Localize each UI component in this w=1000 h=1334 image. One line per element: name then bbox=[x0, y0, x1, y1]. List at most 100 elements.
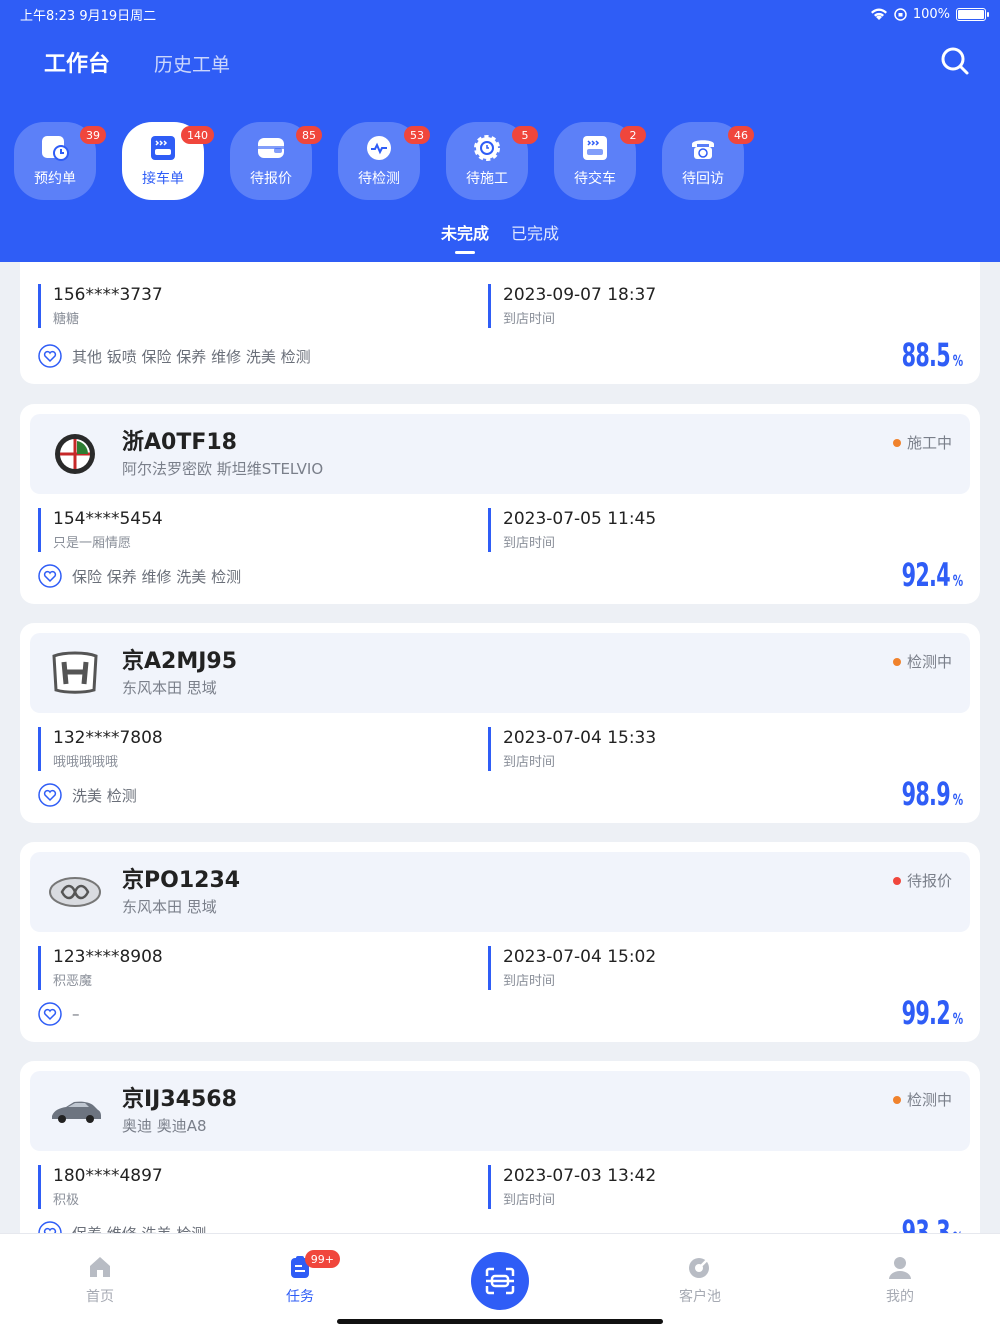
tab-tasks[interactable]: 任务 99+ bbox=[260, 1250, 340, 1306]
customer-name: 哦哦哦哦哦 bbox=[53, 755, 119, 770]
vehicle-header: 浙A0TF18 阿尔法罗密欧 斯坦维STELVIO 施工中 bbox=[30, 414, 970, 494]
battery-percent: 100% bbox=[912, 6, 950, 22]
heart-icon bbox=[38, 1002, 62, 1026]
task-count-badge: 99+ bbox=[304, 1250, 340, 1268]
order-card[interactable]: 京A2MJ95 东风本田 思域 检测中 132****7808 哦哦哦哦哦 20… bbox=[20, 623, 980, 823]
category-construction[interactable]: 待施工 5 bbox=[446, 122, 538, 200]
count-badge: 85 bbox=[296, 126, 322, 144]
arrival-time: 2023-09-07 18:37 bbox=[503, 285, 657, 305]
order-list: 156****3737 糖糖 2023-09-07 18:37 到店时间 其他 … bbox=[0, 262, 1000, 1233]
alfa-romeo-logo bbox=[55, 434, 95, 474]
arrival-info: 2023-07-03 13:42 到店时间 bbox=[488, 1165, 888, 1209]
license-plate: 京PO1234 bbox=[122, 868, 241, 893]
category-quote[interactable]: 待报价 85 bbox=[230, 122, 322, 200]
arrival-time-label: 到店时间 bbox=[503, 755, 556, 770]
service-tags: 洗美 检测 bbox=[38, 783, 137, 807]
customer-info: 154****5454 只是一厢情愿 bbox=[38, 508, 438, 552]
vehicle-header: 京IJ34568 奥迪 奥迪A8 检测中 bbox=[30, 1071, 970, 1151]
category-delivery[interactable]: 待交车 2 bbox=[554, 122, 646, 200]
arrival-info: 2023-07-05 11:45 到店时间 bbox=[488, 508, 888, 552]
order-card[interactable]: 浙A0TF18 阿尔法罗密欧 斯坦维STELVIO 施工中 154****545… bbox=[20, 404, 980, 604]
scan-icon bbox=[485, 1267, 515, 1295]
home-indicator bbox=[337, 1319, 663, 1324]
heart-icon bbox=[38, 783, 62, 807]
score: 99.2% bbox=[901, 994, 963, 1032]
customer-info: 123****8908 积恶魔 bbox=[38, 946, 438, 990]
tab-home[interactable]: 首页 bbox=[60, 1254, 140, 1306]
arrival-time: 2023-07-04 15:33 bbox=[503, 728, 657, 748]
customer-name: 只是一厢情愿 bbox=[53, 536, 132, 551]
heart-icon bbox=[38, 1221, 62, 1233]
top-nav: 工作台 历史工单 bbox=[44, 46, 230, 78]
order-card[interactable]: 京IJ34568 奥迪 奥迪A8 检测中 180****4897 积极 2023… bbox=[20, 1061, 980, 1233]
target-icon bbox=[689, 1257, 710, 1278]
category-followup[interactable]: 待回访 46 bbox=[662, 122, 754, 200]
score: 92.4% bbox=[901, 556, 963, 594]
vehicle-model: 东风本田 思域 bbox=[122, 679, 217, 697]
subtab-incomplete[interactable]: 未完成 bbox=[441, 220, 489, 254]
score: 93.3% bbox=[901, 1213, 963, 1233]
customer-phone: 154****5454 bbox=[53, 509, 163, 529]
pulse-icon bbox=[367, 136, 391, 160]
car-delivery-icon bbox=[583, 136, 607, 160]
header: 上午8:23 9月19日周二 100% 工作台 历史工单 预约单 39 接车单 … bbox=[0, 0, 1000, 262]
arrival-time: 2023-07-03 13:42 bbox=[503, 1166, 657, 1186]
customer-info: 132****7808 哦哦哦哦哦 bbox=[38, 727, 438, 771]
tab-history-orders[interactable]: 历史工单 bbox=[154, 50, 230, 77]
arrival-info: 2023-07-04 15:02 到店时间 bbox=[488, 946, 888, 990]
service-tags: 保养 维修 洗美 检测 bbox=[38, 1221, 206, 1233]
service-tags: 其他 钣喷 保险 保养 维修 洗美 检测 bbox=[38, 344, 311, 368]
customer-info: 180****4897 积极 bbox=[38, 1165, 438, 1209]
search-icon[interactable] bbox=[940, 46, 970, 76]
status-subtabs: 未完成 已完成 bbox=[0, 220, 1000, 254]
arrival-time: 2023-07-05 11:45 bbox=[503, 509, 657, 529]
category-inspection[interactable]: 待检测 53 bbox=[338, 122, 430, 200]
user-icon bbox=[889, 1257, 911, 1279]
customer-phone: 123****8908 bbox=[53, 947, 163, 967]
customer-phone: 132****7808 bbox=[53, 728, 163, 748]
subtab-completed[interactable]: 已完成 bbox=[511, 220, 559, 244]
count-badge: 5 bbox=[512, 126, 538, 144]
tab-workbench[interactable]: 工作台 bbox=[44, 46, 110, 78]
bottom-tab-bar: 首页 任务 99+ 客户池 我的 bbox=[0, 1233, 1000, 1334]
vehicle-header: 京PO1234 东风本田 思域 待报价 bbox=[30, 852, 970, 932]
tab-profile[interactable]: 我的 bbox=[860, 1254, 940, 1306]
arrival-info: 2023-09-07 18:37 到店时间 bbox=[488, 284, 888, 328]
arrival-time-label: 到店时间 bbox=[503, 536, 556, 551]
gear-clock-icon bbox=[474, 135, 500, 161]
category-reception[interactable]: 接车单 140 bbox=[122, 122, 214, 200]
status-bar: 上午8:23 9月19日周二 100% bbox=[20, 4, 989, 24]
count-badge: 2 bbox=[620, 126, 646, 144]
count-badge: 39 bbox=[80, 126, 106, 144]
license-plate: 京IJ34568 bbox=[122, 1087, 237, 1112]
battery-icon bbox=[956, 7, 989, 21]
appointment-clock-icon bbox=[42, 136, 69, 161]
customer-name: 积极 bbox=[53, 1193, 80, 1208]
score: 88.5% bbox=[901, 336, 963, 374]
heart-icon bbox=[38, 344, 62, 368]
score: 98.9% bbox=[901, 775, 963, 813]
category-bar: 预约单 39 接车单 140 待报价 85 待检测 53 待施工 5 待交车 2 bbox=[14, 122, 754, 200]
orientation-lock-icon bbox=[894, 7, 907, 21]
wallet-icon bbox=[258, 138, 284, 158]
arrival-time-label: 到店时间 bbox=[503, 974, 556, 989]
customer-name: 糖糖 bbox=[53, 312, 80, 327]
status-badge: 施工中 bbox=[892, 432, 952, 453]
scan-button[interactable] bbox=[471, 1252, 529, 1310]
vehicle-model: 奥迪 奥迪A8 bbox=[122, 1117, 207, 1135]
order-card[interactable]: 156****3737 糖糖 2023-09-07 18:37 到店时间 其他 … bbox=[20, 262, 980, 384]
vehicle-model: 阿尔法罗密欧 斯坦维STELVIO bbox=[122, 460, 324, 478]
tab-customer-pool[interactable]: 客户池 bbox=[660, 1254, 740, 1306]
order-card[interactable]: 京PO1234 东风本田 思域 待报价 123****8908 积恶魔 2023… bbox=[20, 842, 980, 1042]
arrival-time-label: 到店时间 bbox=[503, 312, 556, 327]
status-time-date: 上午8:23 9月19日周二 bbox=[20, 8, 157, 24]
car-reception-icon bbox=[151, 136, 175, 160]
honda-logo bbox=[52, 651, 98, 694]
count-badge: 46 bbox=[728, 126, 754, 144]
count-badge: 140 bbox=[181, 126, 214, 144]
service-tags: – bbox=[38, 1002, 80, 1026]
license-plate: 京A2MJ95 bbox=[122, 649, 238, 674]
category-appointment[interactable]: 预约单 39 bbox=[14, 122, 106, 200]
customer-info: 156****3737 糖糖 bbox=[38, 284, 438, 328]
arrival-time: 2023-07-04 15:02 bbox=[503, 947, 657, 967]
